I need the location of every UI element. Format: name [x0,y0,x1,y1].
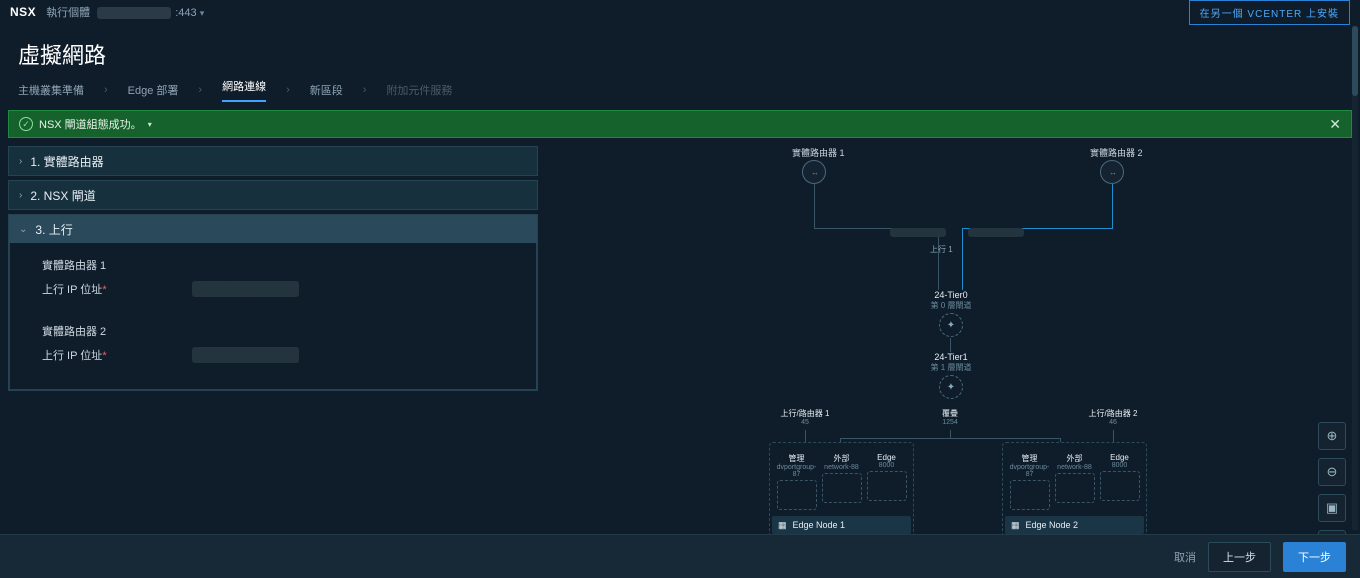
zoom-out-icon: ⊖ [1327,464,1338,480]
previous-button[interactable]: 上一步 [1208,542,1271,572]
zoom-in-button[interactable]: ⊕ [1318,422,1346,450]
server-icon: ▦ [1011,520,1020,531]
phys-router-2-node[interactable]: ↔ [1100,160,1124,184]
breadcrumb-edge[interactable]: Edge 部署 [128,82,179,98]
page-title: 虛擬網路 [18,38,1342,70]
server-icon: ▦ [778,520,787,531]
edge-node-1-pill[interactable]: ▦ Edge Node 1 [772,516,911,534]
gateway-icon: ✦ [947,382,955,393]
wizard-footer: 取消 上一步 下一步 [0,534,1360,578]
chevron-down-icon: ⌄ [19,224,27,235]
uplink-1-sublabel: 上行 1 [930,244,953,255]
breadcrumb-addons: 附加元件服務 [386,82,452,98]
chevron-right-icon: › [363,84,367,96]
edge-column-1: Edge 8000 [864,453,909,510]
main-body: › 1. 實體路由器 › 2. NSX 閘道 ⌄ 3. 上行 實體路由器 1 上… [0,146,1360,564]
uplink-ip-value-2[interactable]: xxx.xxx.xxx.xxx [192,347,299,363]
scrollbar-thumb[interactable] [1352,26,1358,96]
accordion-physical-router: › 1. 實體路由器 [8,146,538,176]
accordion-header-uplink[interactable]: ⌄ 3. 上行 [9,215,537,243]
breadcrumb-host-prep[interactable]: 主機叢集準備 [18,82,84,98]
edge-column-2: Edge 8000 [1097,453,1142,510]
check-circle-icon: ✓ [19,117,33,131]
accordion-header-nsx-gateway[interactable]: › 2. NSX 閘道 [9,181,537,209]
chevron-right-icon: › [198,84,202,96]
nsx-instance[interactable]: 執行個體 xxxxxxxxxxxx:443 ▾ [46,4,204,20]
uplink-left-ip: xxxxxxxxxx [890,228,946,237]
fit-to-screen-button[interactable]: ▣ [1318,494,1346,522]
topology-diagram[interactable]: 實體路由器 1 實體路由器 2 ↔ ↔ xxxxxxxxxx [550,146,1352,564]
fit-icon: ▣ [1326,500,1338,516]
chevron-right-icon: › [104,84,108,96]
mgmt-column-2: 管理 dvportgroup-87 [1007,453,1052,510]
overlay-segment-group: 覆疊 1254 [920,408,980,426]
edge-group-2-box: 管理 dvportgroup-87 外部 network-88 Edge 800… [1002,442,1147,537]
edge-node-2-pill[interactable]: ▦ Edge Node 2 [1005,516,1144,534]
accordion-body-uplink: 實體路由器 1 上行 IP 位址* xxx.xxx.xxx.xxx 實體路由器 … [9,243,537,390]
accordion-header-physical-router[interactable]: › 1. 實體路由器 [9,147,537,175]
gateway-icon: ✦ [947,320,955,331]
ext-column-2: 外部 network-88 [1052,453,1097,510]
accordion-uplink: ⌄ 3. 上行 實體路由器 1 上行 IP 位址* xxx.xxx.xxx.xx… [8,214,538,391]
chevron-down-icon[interactable]: ▾ [148,120,152,129]
cancel-button[interactable]: 取消 [1174,549,1196,565]
zoom-out-button[interactable]: ⊖ [1318,458,1346,486]
nsx-logo: NSX [10,5,36,19]
uplink-ip-label-2: 上行 IP 位址* [42,347,162,363]
breadcrumb-segments[interactable]: 新區段 [310,82,343,98]
success-banner: ✓ NSX 閘道組態成功。 ▾ ✕ [8,110,1352,138]
tier1-node[interactable]: 24-Tier1 第 1 層閘道 ✦ [926,352,976,399]
banner-message: NSX 閘道組態成功。 [39,116,142,132]
uplink-router-1-group: 上行/路由器 1 45 [775,408,835,426]
chevron-right-icon: › [286,84,290,96]
phys-router-2-label: 實體路由器 2 [1090,146,1143,159]
top-bar: NSX 執行個體 xxxxxxxxxxxx:443 ▾ 在另一個 VCENTER… [0,0,1360,24]
page-header: 虛擬網路 [0,24,1360,78]
router-1-label: 實體路由器 1 [42,257,518,273]
uplink-ip-value-1[interactable]: xxx.xxx.xxx.xxx [192,281,299,297]
uplink-ip-label-1: 上行 IP 位址* [42,281,162,297]
left-panel: › 1. 實體路由器 › 2. NSX 閘道 ⌄ 3. 上行 實體路由器 1 上… [8,146,538,564]
router-2-label: 實體路由器 2 [42,323,518,339]
vertical-scrollbar[interactable] [1352,26,1358,530]
accordion-nsx-gateway: › 2. NSX 閘道 [8,180,538,210]
zoom-in-icon: ⊕ [1327,428,1338,444]
close-icon[interactable]: ✕ [1329,116,1341,133]
chevron-right-icon: › [19,190,22,201]
breadcrumb-network[interactable]: 網路連線 [222,78,266,102]
wizard-breadcrumb: 主機叢集準備 › Edge 部署 › 網路連線 › 新區段 › 附加元件服務 [0,78,1360,110]
uplink-router-2-group: 上行/路由器 2 46 [1083,408,1143,426]
chevron-down-icon: ▾ [200,8,205,18]
edge-group-1-box: 管理 dvportgroup-87 外部 network-88 Edge 800… [769,442,914,537]
router-icon: ↔ [811,168,817,177]
next-button[interactable]: 下一步 [1283,542,1346,572]
phys-router-1-node[interactable]: ↔ [802,160,826,184]
install-on-vcenter-button[interactable]: 在另一個 VCENTER 上安裝 [1189,0,1350,25]
tier0-node[interactable]: 24-Tier0 第 0 層閘道 ✦ [926,290,976,337]
router-icon: ↔ [1109,168,1115,177]
phys-router-1-label: 實體路由器 1 [792,146,845,159]
mgmt-column-1: 管理 dvportgroup-87 [774,453,819,510]
ext-column-1: 外部 network-88 [819,453,864,510]
uplink-right-ip: xxxxxxxxxx [968,228,1024,237]
chevron-right-icon: › [19,156,22,167]
